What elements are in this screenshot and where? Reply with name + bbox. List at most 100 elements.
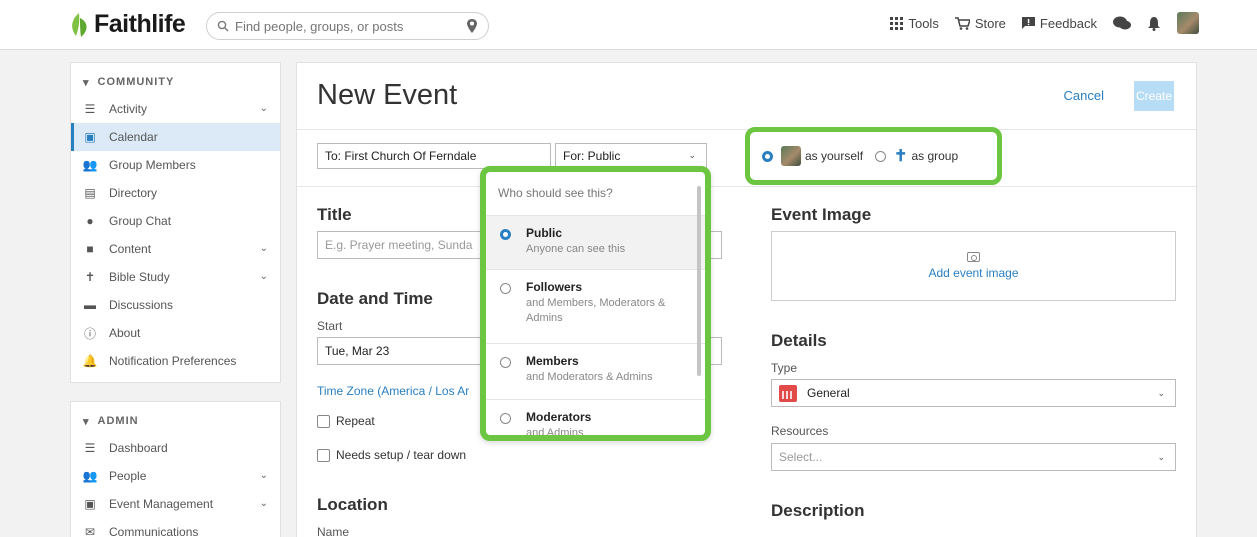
sidebar-item-label: Content: [109, 242, 152, 256]
start-label: Start: [317, 319, 343, 333]
radio-selected[interactable]: [500, 229, 511, 240]
sidebar-item-discussions[interactable]: ▬ Discussions: [71, 291, 280, 319]
search-input[interactable]: [235, 18, 466, 34]
bell-icon[interactable]: [1147, 16, 1161, 31]
new-event-panel: New Event Cancel Create To: First Church…: [296, 62, 1197, 537]
user-avatar[interactable]: [1177, 12, 1199, 34]
sidebar-item-dashboard[interactable]: ☰ Dashboard: [71, 434, 280, 462]
sidebar-item-about[interactable]: ⓘ About: [71, 319, 280, 347]
dropdown-scrollbar[interactable]: [697, 186, 701, 376]
description-heading: Description: [771, 501, 865, 520]
add-image-label: Add event image: [928, 266, 1019, 280]
grid-icon: [890, 16, 904, 30]
top-nav: Tools Store Feedback: [890, 12, 1199, 34]
title-heading: Title: [317, 205, 352, 224]
chevron-down-icon[interactable]: ⌄: [260, 243, 268, 254]
option-moderators[interactable]: Moderators and Admins: [486, 400, 705, 435]
camera-icon: [967, 252, 980, 262]
sidebar-item-directory[interactable]: ▤ Directory: [71, 179, 280, 207]
admin-header[interactable]: ▾ ADMIN: [71, 408, 280, 434]
option-public[interactable]: Public Anyone can see this: [486, 216, 705, 270]
collapse-icon: ▾: [83, 415, 90, 428]
option-members[interactable]: Members and Moderators & Admins: [486, 344, 705, 400]
community-section: ▾ COMMUNITY ☰ Activity ⌄ ▣ Calendar 👥 Gr…: [70, 62, 281, 383]
sidebar-item-label: Calendar: [109, 130, 158, 144]
date-time-heading: Date and Time: [317, 289, 433, 308]
sidebar-item-communications[interactable]: ✉ Communications: [71, 518, 280, 537]
chevron-down-icon[interactable]: ⌄: [260, 271, 268, 282]
sidebar-item-label: Discussions: [109, 298, 174, 312]
sidebar-item-group-chat[interactable]: ● Group Chat: [71, 207, 280, 235]
type-select[interactable]: General ⌄: [771, 379, 1176, 407]
sidebar-item-content[interactable]: ■ Content ⌄: [71, 235, 280, 263]
sidebar-item-people[interactable]: 👥 People ⌄: [71, 462, 280, 490]
sidebar-item-event-management[interactable]: ▣ Event Management ⌄: [71, 490, 280, 518]
as-yourself-radio[interactable]: [762, 150, 773, 162]
info-icon: ⓘ: [83, 326, 96, 341]
search-bar[interactable]: [206, 12, 489, 40]
collapse-icon: ▾: [83, 76, 90, 89]
sidebar-item-label: Activity: [109, 102, 148, 116]
setup-checkbox[interactable]: Needs setup / tear down: [317, 448, 466, 462]
community-title: COMMUNITY: [97, 76, 175, 88]
create-button[interactable]: Create: [1134, 81, 1174, 111]
faithlife-logo[interactable]: Faithlife: [68, 10, 186, 39]
people-icon: 👥: [82, 469, 98, 483]
sidebar-item-calendar[interactable]: ▣ Calendar: [71, 123, 280, 151]
divider: [297, 186, 1196, 187]
repeat-checkbox[interactable]: Repeat: [317, 414, 375, 428]
admin-section: ▾ ADMIN ☰ Dashboard 👥 People ⌄ ▣ Event M…: [70, 401, 281, 537]
checkbox[interactable]: [317, 414, 330, 428]
sidebar-item-label: Group Members: [109, 158, 196, 172]
list-icon: ☰: [84, 102, 96, 116]
dropdown-heading: Who should see this?: [486, 172, 705, 216]
community-header[interactable]: ▾ COMMUNITY: [71, 69, 280, 95]
radio[interactable]: [500, 413, 511, 424]
visibility-value: For: Public: [563, 149, 621, 163]
location-heading: Location: [317, 495, 388, 514]
sidebar-item-group-members[interactable]: 👥 Group Members: [71, 151, 280, 179]
sidebar-item-notification-preferences[interactable]: 🔔 Notification Preferences: [71, 347, 280, 375]
bible-icon: ✝: [84, 270, 96, 284]
visibility-dropdown: Who should see this? Public Anyone can s…: [480, 166, 711, 441]
setup-label: Needs setup / tear down: [336, 448, 467, 462]
type-label: Type: [771, 361, 798, 375]
chevron-down-icon[interactable]: ⌄: [260, 498, 268, 509]
cancel-button[interactable]: Cancel: [1064, 88, 1104, 103]
timezone-link[interactable]: Time Zone (America / Los Ar: [317, 384, 469, 398]
checkbox[interactable]: [317, 448, 330, 462]
chat-icon: ●: [86, 214, 94, 228]
people-icon: 👥: [82, 158, 98, 172]
sidebar-item-label: Communications: [109, 525, 199, 537]
resources-label: Resources: [771, 424, 829, 438]
admin-title: ADMIN: [97, 415, 139, 427]
radio[interactable]: [500, 357, 511, 368]
chat-icon[interactable]: [1113, 16, 1131, 31]
feedback-link[interactable]: Feedback: [1021, 16, 1097, 31]
add-event-image[interactable]: Add event image: [771, 231, 1176, 301]
location-pin-icon[interactable]: [466, 18, 478, 34]
sidebar-item-bible-study[interactable]: ✝ Bible Study ⌄: [71, 263, 280, 291]
radio[interactable]: [500, 283, 511, 294]
store-link[interactable]: Store: [954, 16, 1006, 31]
post-as-selector: as yourself ✝ as group: [745, 127, 1002, 185]
as-group-radio[interactable]: [875, 150, 887, 162]
sidebar-item-activity[interactable]: ☰ Activity ⌄: [71, 95, 280, 123]
option-subtitle: and Members, Moderators & Admins: [526, 297, 666, 325]
sidebar-item-label: Event Management: [109, 497, 214, 511]
chevron-down-icon[interactable]: ⌄: [260, 103, 268, 114]
event-image-heading: Event Image: [771, 205, 872, 224]
sidebar-item-label: Group Chat: [109, 214, 172, 228]
page-title: New Event: [317, 79, 458, 111]
folder-icon: ■: [86, 242, 94, 256]
resources-select[interactable]: Select... ⌄: [771, 443, 1176, 471]
discussions-icon: ▬: [84, 298, 96, 312]
sidebar-item-label: Notification Preferences: [109, 354, 237, 368]
leaf-icon: [72, 12, 87, 37]
option-followers[interactable]: Followers and Members, Moderators & Admi…: [486, 270, 705, 344]
chevron-down-icon[interactable]: ⌄: [260, 470, 268, 481]
cart-icon: [954, 16, 970, 30]
as-group-label: as group: [911, 149, 959, 163]
sidebar-item-label: People: [109, 469, 147, 483]
tools-menu[interactable]: Tools: [890, 16, 939, 31]
